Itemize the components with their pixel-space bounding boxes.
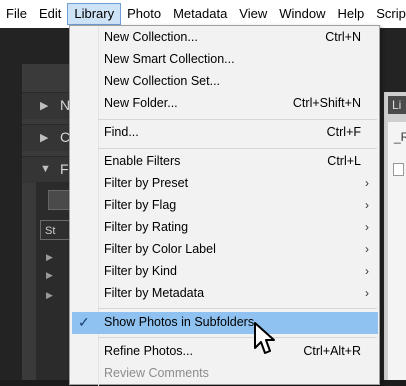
menu-item-label: Filter by Preset	[104, 176, 189, 190]
menu-item-filter-by-rating[interactable]: Filter by Rating ›	[70, 217, 379, 239]
menu-item-shortcut: Ctrl+N	[325, 30, 361, 44]
menu-item-refine-photos[interactable]: Refine Photos... Ctrl+Alt+R	[70, 341, 379, 363]
menu-item-label: Filter by Flag	[104, 198, 177, 212]
menu-item-filter-by-preset[interactable]: Filter by Preset ›	[70, 173, 379, 195]
menu-item-label: Show Photos in Subfolders	[104, 315, 255, 329]
filter-chip[interactable]: St	[40, 220, 70, 240]
right-panel-content	[388, 122, 406, 380]
menu-photo[interactable]: Photo	[121, 3, 167, 25]
folder-triangle-icon[interactable]: ▶	[46, 270, 53, 281]
menu-item-label: Filter by Metadata	[104, 286, 205, 300]
menu-item-filter-by-metadata[interactable]: Filter by Metadata ›	[70, 283, 379, 305]
menu-separator	[98, 337, 377, 338]
menu-help[interactable]: Help	[332, 3, 371, 25]
menu-item-label: Refine Photos...	[104, 344, 193, 358]
panel-folders-label: F	[60, 161, 69, 177]
menu-item-shortcut: Ctrl+Alt+R	[303, 344, 361, 358]
menu-item-label: Filter by Color Label	[104, 242, 216, 256]
menu-item-label: Find...	[104, 125, 139, 139]
menu-item-enable-filters[interactable]: Enable Filters Ctrl+L	[70, 151, 379, 173]
menu-item-label: Enable Filters	[104, 154, 181, 168]
submenu-arrow-icon: ›	[365, 242, 369, 256]
menu-window[interactable]: Window	[273, 3, 331, 25]
menu-item-label: New Smart Collection...	[104, 52, 235, 66]
menu-item-find[interactable]: Find... Ctrl+F	[70, 122, 379, 144]
menu-item-new-folder[interactable]: New Folder... Ctrl+Shift+N	[70, 93, 379, 115]
menu-item-filter-by-flag[interactable]: Filter by Flag ›	[70, 195, 379, 217]
menu-edit[interactable]: Edit	[33, 3, 67, 25]
library-menu: New Collection... Ctrl+N New Smart Colle…	[69, 25, 380, 386]
menu-item-filter-by-color-label[interactable]: Filter by Color Label ›	[70, 239, 379, 261]
right-panel-tab[interactable]: Li	[388, 96, 406, 114]
menu-item-label: New Collection Set...	[104, 74, 221, 88]
menu-item-filter-by-kind[interactable]: Filter by Kind ›	[70, 261, 379, 283]
menu-item-review-comments: Review Comments	[70, 363, 379, 385]
checkbox-icon[interactable]	[393, 163, 404, 176]
menu-bar: File Edit Library Photo Metadata View Wi…	[0, 0, 406, 28]
menu-separator	[98, 119, 377, 120]
menu-item-shortcut: Ctrl+F	[326, 125, 361, 139]
expand-triangle-icon: ▶	[40, 132, 49, 144]
collapse-triangle-icon: ▼	[40, 163, 51, 175]
menu-library[interactable]: Library	[67, 3, 122, 25]
menu-metadata[interactable]: Metadata	[167, 3, 233, 25]
submenu-arrow-icon: ›	[365, 176, 369, 190]
menu-item-new-collection[interactable]: New Collection... Ctrl+N	[70, 27, 379, 49]
folder-triangle-icon[interactable]: ▶	[46, 252, 53, 263]
submenu-arrow-icon: ›	[365, 264, 369, 278]
menu-separator	[98, 148, 377, 149]
menu-item-show-photos-in-subfolders[interactable]: ✓ Show Photos in Subfolders	[72, 312, 378, 334]
menu-item-label: Filter by Rating	[104, 220, 189, 234]
menu-view[interactable]: View	[233, 3, 273, 25]
menu-file[interactable]: File	[0, 3, 33, 25]
menu-item-new-smart-collection[interactable]: New Smart Collection...	[70, 49, 379, 71]
menu-item-label: New Collection...	[104, 30, 198, 44]
submenu-arrow-icon: ›	[365, 198, 369, 212]
menu-separator	[98, 308, 377, 309]
folder-triangle-icon[interactable]: ▶	[46, 290, 53, 301]
menu-scripts[interactable]: Scripts	[370, 3, 406, 25]
mouse-pointer-icon	[254, 322, 275, 354]
submenu-arrow-icon: ›	[365, 286, 369, 300]
submenu-arrow-icon: ›	[365, 220, 369, 234]
menu-item-label: Filter by Kind	[104, 264, 177, 278]
menu-item-shortcut: Ctrl+Shift+N	[292, 96, 361, 110]
menu-item-label: Review Comments	[104, 366, 209, 380]
menu-item-shortcut: Ctrl+L	[327, 154, 361, 168]
menu-item-label: New Folder...	[104, 96, 178, 110]
folders-panel-body	[36, 182, 72, 380]
checkmark-icon: ✓	[78, 314, 90, 330]
right-panel-text: _R	[394, 130, 406, 144]
expand-triangle-icon: ▶	[40, 100, 49, 112]
menu-item-new-collection-set[interactable]: New Collection Set...	[70, 71, 379, 93]
